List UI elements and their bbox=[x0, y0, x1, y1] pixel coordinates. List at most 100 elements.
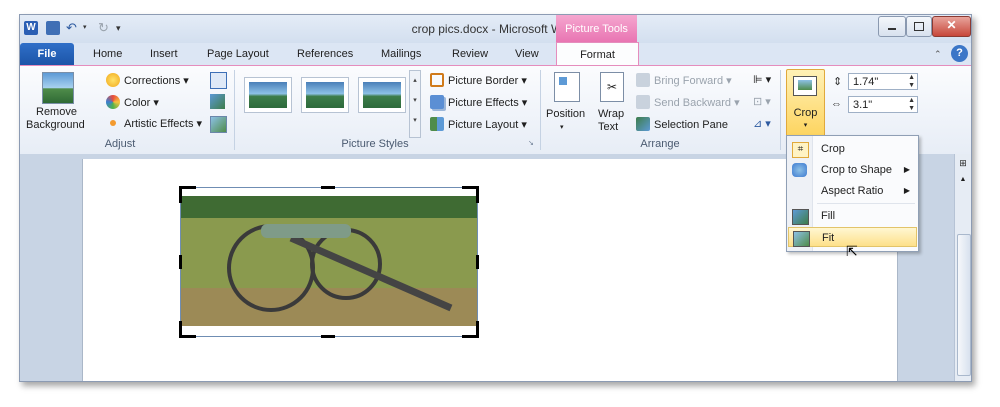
tab-home[interactable]: Home bbox=[93, 43, 122, 65]
close-button[interactable]: ✕ bbox=[932, 16, 971, 37]
minimize-button[interactable] bbox=[878, 16, 906, 37]
tab-review[interactable]: Review bbox=[452, 43, 488, 65]
menu-item-label: Fill bbox=[821, 210, 836, 222]
menu-item-label: Crop to Shape bbox=[821, 164, 892, 176]
position-icon[interactable] bbox=[554, 72, 580, 102]
menu-item-fill[interactable]: Fill bbox=[787, 206, 918, 226]
picture-style-thumb-3[interactable] bbox=[358, 77, 406, 113]
menu-item-crop-to-shape[interactable]: Crop to Shape ▶ bbox=[787, 160, 918, 180]
color-button[interactable]: Color ▾ bbox=[106, 95, 159, 109]
crop-handle-bottom-left[interactable] bbox=[179, 321, 196, 338]
width-spinner-icon[interactable]: ▲ ▼ bbox=[908, 97, 915, 113]
selection-pane-button[interactable]: Selection Pane bbox=[636, 117, 728, 131]
position-dropdown-icon[interactable]: ▾ bbox=[560, 123, 564, 131]
picture-style-preview bbox=[363, 82, 401, 108]
crop-dropdown-icon: ▾ bbox=[803, 122, 808, 129]
wrap-text-label-1[interactable]: Wrap bbox=[598, 108, 624, 120]
picture-layout-button[interactable]: Picture Layout ▾ bbox=[430, 117, 527, 131]
picture-styles-group-label: Picture Styles bbox=[341, 138, 409, 150]
corrections-button[interactable]: Corrections ▾ bbox=[106, 73, 189, 87]
tab-insert[interactable]: Insert bbox=[150, 43, 178, 65]
ruler-toggle-icon[interactable]: ⊞ bbox=[957, 158, 969, 170]
submenu-arrow-icon: ▶ bbox=[903, 165, 910, 174]
compress-pictures-icon[interactable] bbox=[210, 72, 227, 89]
remove-background-label-2[interactable]: Background bbox=[26, 119, 85, 131]
crop-handle-top-right[interactable] bbox=[462, 186, 479, 203]
picture-border-button[interactable]: Picture Border ▾ bbox=[430, 73, 527, 87]
picture-layout-icon bbox=[430, 117, 444, 131]
menu-item-aspect-ratio[interactable]: Aspect Ratio ▶ bbox=[787, 181, 918, 201]
width-value: 3.1" bbox=[853, 99, 873, 111]
remove-background-icon[interactable] bbox=[42, 72, 74, 104]
remove-background-label-1[interactable]: Remove bbox=[36, 106, 77, 118]
scroll-thumb[interactable] bbox=[957, 234, 971, 376]
crop-handle-top[interactable] bbox=[321, 186, 335, 189]
crop-button[interactable]: Crop ▾ bbox=[786, 69, 825, 137]
picture-style-preview bbox=[306, 82, 344, 108]
position-icon-mark bbox=[559, 77, 567, 85]
picture-style-thumb-1[interactable] bbox=[244, 77, 292, 113]
height-spinner-icon[interactable]: ▲ ▼ bbox=[908, 74, 915, 90]
picture-frame[interactable] bbox=[179, 186, 479, 338]
minimize-ribbon-icon[interactable]: ⌃ bbox=[934, 46, 946, 62]
send-backward-label: Send Backward bbox=[654, 97, 732, 109]
picture-effects-button[interactable]: Picture Effects ▾ bbox=[430, 95, 527, 109]
menu-item-label: Crop bbox=[821, 143, 845, 155]
reset-picture-icon[interactable] bbox=[210, 116, 227, 133]
menu-item-label: Fit bbox=[822, 232, 835, 244]
dialog-launcher-icon[interactable]: ↘ bbox=[528, 139, 534, 147]
corrections-icon bbox=[106, 73, 120, 87]
tab-view[interactable]: View bbox=[515, 43, 539, 65]
artistic-effects-icon bbox=[110, 120, 116, 126]
menu-item-label: Aspect Ratio bbox=[821, 185, 884, 197]
tab-mailings[interactable]: Mailings bbox=[381, 43, 421, 65]
picture-style-thumb-2[interactable] bbox=[301, 77, 349, 113]
help-icon[interactable]: ? bbox=[951, 45, 968, 62]
crop-handle-left[interactable] bbox=[179, 255, 182, 269]
wrap-text-icon[interactable]: ✂ bbox=[600, 72, 624, 102]
crop-menu: ⌗ Crop Crop to Shape ▶ Aspect Ratio ▶ Fi… bbox=[786, 135, 919, 252]
color-icon bbox=[106, 95, 120, 109]
word-window: W ↶ ▾ ↻ ▾ crop pics.docx - Microsoft Wor… bbox=[19, 14, 972, 382]
ribbon-tabs: Home Insert Page Layout References Maili… bbox=[20, 43, 971, 65]
crop-icon: ⌗ bbox=[792, 142, 809, 158]
styles-gallery-scroll[interactable]: ▴ ▾ ▾ bbox=[409, 70, 421, 138]
menu-item-crop[interactable]: ⌗ Crop bbox=[787, 139, 918, 159]
selection-pane-icon bbox=[636, 117, 650, 131]
tab-page-layout[interactable]: Page Layout bbox=[207, 43, 269, 65]
crop-to-shape-icon bbox=[792, 163, 807, 177]
fill-icon bbox=[792, 209, 809, 225]
minimize-icon bbox=[888, 28, 896, 30]
crop-handle-bottom-right[interactable] bbox=[462, 321, 479, 338]
send-backward-button[interactable]: Send Backward ▾ bbox=[636, 95, 740, 109]
tab-references[interactable]: References bbox=[297, 43, 353, 65]
change-picture-icon[interactable] bbox=[210, 94, 225, 109]
crop-icon-picture bbox=[798, 80, 812, 90]
crop-handle-top-left[interactable] bbox=[179, 186, 196, 203]
group-icon[interactable]: ⊡ ▾ bbox=[753, 95, 771, 108]
align-icon[interactable]: ⊫ ▾ bbox=[753, 73, 771, 86]
window-title: crop pics.docx - Microsoft Word bbox=[411, 22, 580, 36]
crop-handle-bottom[interactable] bbox=[321, 335, 335, 338]
bring-forward-button[interactable]: Bring Forward ▾ bbox=[636, 73, 732, 87]
height-field[interactable]: 1.74" ▲ ▼ bbox=[848, 73, 918, 90]
picture-style-preview bbox=[249, 82, 287, 108]
rotate-icon[interactable]: ⊿ ▾ bbox=[753, 117, 771, 130]
position-button[interactable]: Position bbox=[546, 108, 585, 120]
vertical-scrollbar[interactable]: ⊞ ▲ bbox=[954, 154, 971, 381]
width-field[interactable]: 3.1" ▲ ▼ bbox=[848, 96, 918, 113]
picture-effects-label: Picture Effects bbox=[448, 97, 519, 109]
color-label: Color bbox=[124, 97, 151, 109]
corrections-label: Corrections bbox=[124, 75, 181, 87]
crop-handle-right[interactable] bbox=[476, 255, 479, 269]
wrap-text-label-2[interactable]: Text bbox=[598, 121, 618, 133]
scroll-up-icon[interactable]: ▲ bbox=[957, 174, 969, 186]
restore-button[interactable] bbox=[906, 16, 932, 37]
adjust-group-label: Adjust bbox=[104, 138, 136, 150]
picture-tools-context-label: Picture Tools bbox=[556, 15, 637, 43]
selection-pane-label: Selection Pane bbox=[654, 119, 728, 131]
tab-format[interactable]: Format bbox=[556, 42, 639, 67]
bring-forward-icon bbox=[636, 73, 650, 87]
mouse-cursor-icon: ⇱ bbox=[846, 243, 858, 259]
artistic-effects-button[interactable]: Artistic Effects ▾ bbox=[106, 117, 202, 130]
